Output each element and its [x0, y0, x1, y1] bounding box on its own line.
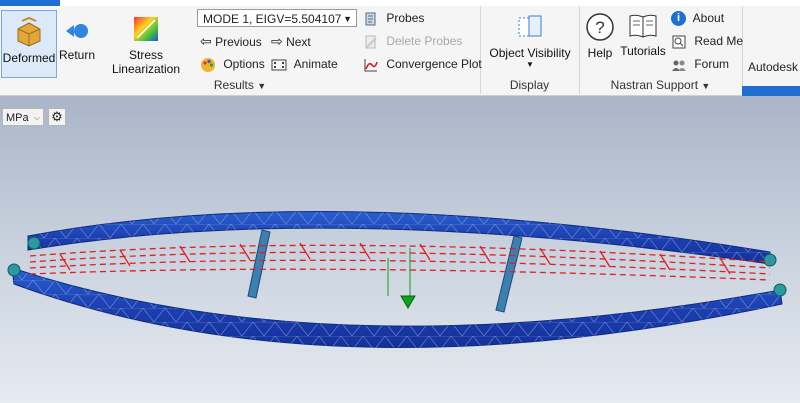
- end-node-right-bottom: [773, 283, 787, 297]
- end-node-right-top: [763, 253, 777, 267]
- object-visibility-icon: [518, 15, 542, 37]
- chevron-down-icon: ▼: [526, 60, 534, 69]
- object-visibility-label: Object Visibility: [489, 46, 571, 60]
- cross-member-left: [247, 229, 271, 299]
- chevron-down-icon: ▼: [257, 81, 267, 91]
- mode-select[interactable]: MODE 1, EIGV=5.504107 ▼: [197, 9, 357, 27]
- return-button[interactable]: Return: [58, 10, 96, 76]
- help-label: Help: [587, 46, 613, 60]
- arrow-left-icon: ⇦: [200, 33, 212, 49]
- display-panel: Object Visibility ▼ Display: [480, 6, 580, 94]
- read-me-label: Read Me: [694, 34, 744, 48]
- display-panel-title: Display: [509, 78, 550, 92]
- forum-label: Forum: [694, 57, 730, 71]
- read-me-button[interactable]: Read Me: [671, 31, 743, 51]
- options-button[interactable]: Options: [200, 54, 265, 74]
- probes-label: Probes: [386, 11, 425, 25]
- end-node-left-top: [27, 236, 41, 250]
- nastran-panel-title[interactable]: Nastran Support ▼: [579, 78, 742, 92]
- delete-probe-icon: [365, 35, 377, 49]
- deformed-cube-icon: [17, 17, 41, 47]
- book-icon: [629, 14, 657, 38]
- return-arrow-icon: [66, 24, 88, 38]
- forum-users-icon: [672, 60, 686, 71]
- help-question-icon: ?: [586, 13, 614, 41]
- about-label: About: [692, 11, 725, 25]
- help-button[interactable]: ? Help: [583, 10, 617, 76]
- deformed-label: Deformed: [2, 51, 56, 65]
- stress-linearization-icon: [134, 17, 158, 41]
- animate-label: Animate: [293, 57, 338, 71]
- svg-text:?: ?: [595, 18, 604, 37]
- delete-probes-button[interactable]: Delete Probes: [363, 31, 462, 51]
- convergence-chart-icon: [364, 58, 378, 72]
- previous-button[interactable]: ⇦ Previous: [200, 31, 262, 51]
- convergence-plot-button[interactable]: Convergence Plot: [363, 54, 482, 74]
- tutorials-button[interactable]: Tutorials: [619, 10, 667, 76]
- nastran-panel-title-label: Nastran Support: [610, 78, 699, 92]
- autodesk-panel: Autodesk I: [742, 6, 800, 100]
- constraint-marker: [387, 248, 416, 309]
- return-label: Return: [58, 48, 96, 62]
- results-panel-title[interactable]: Results ▼: [0, 78, 480, 92]
- options-label: Options: [223, 57, 265, 71]
- stress-linearization-label: Stress Linearization: [111, 48, 181, 76]
- autodesk-label[interactable]: Autodesk I: [748, 60, 800, 74]
- deformed-model: [7, 211, 787, 348]
- ribbon: Deformed Return Stress Linearization MOD…: [0, 0, 800, 100]
- probe-icon: [365, 12, 376, 26]
- next-button[interactable]: ⇨ Next: [271, 31, 311, 51]
- options-palette-icon: [201, 57, 215, 72]
- results-panel-title-label: Results: [213, 78, 254, 92]
- about-button[interactable]: i About: [671, 8, 724, 28]
- object-visibility-button[interactable]: Object Visibility ▼: [486, 10, 574, 76]
- cross-member-right: [495, 235, 523, 313]
- chevron-down-icon: ▼: [701, 81, 711, 91]
- nastran-support-panel: ? Help Tutorials i About Read Me Forum N…: [579, 6, 743, 94]
- results-panel: Deformed Return Stress Linearization MOD…: [0, 6, 482, 94]
- animate-button[interactable]: Animate: [271, 54, 338, 74]
- delete-probes-label: Delete Probes: [386, 34, 463, 48]
- info-icon: i: [671, 11, 686, 27]
- graphics-viewport[interactable]: MPa ⌵ ⚙: [0, 96, 800, 403]
- previous-label: Previous: [215, 35, 262, 49]
- read-me-icon: [672, 35, 686, 49]
- tutorials-label: Tutorials: [620, 44, 666, 58]
- stress-linearization-button[interactable]: Stress Linearization: [98, 10, 194, 76]
- probes-button[interactable]: Probes: [363, 8, 424, 28]
- deformed-button[interactable]: Deformed: [1, 10, 57, 78]
- mode-select-value: MODE 1, EIGV=5.504107: [203, 12, 342, 26]
- next-label: Next: [286, 35, 311, 49]
- convergence-plot-label: Convergence Plot: [386, 57, 482, 71]
- end-node-left-bottom: [7, 263, 21, 277]
- chevron-down-icon: ▼: [343, 14, 352, 24]
- film-icon: [271, 59, 287, 71]
- arrow-right-icon: ⇨: [271, 33, 283, 49]
- forum-button[interactable]: Forum: [671, 54, 729, 74]
